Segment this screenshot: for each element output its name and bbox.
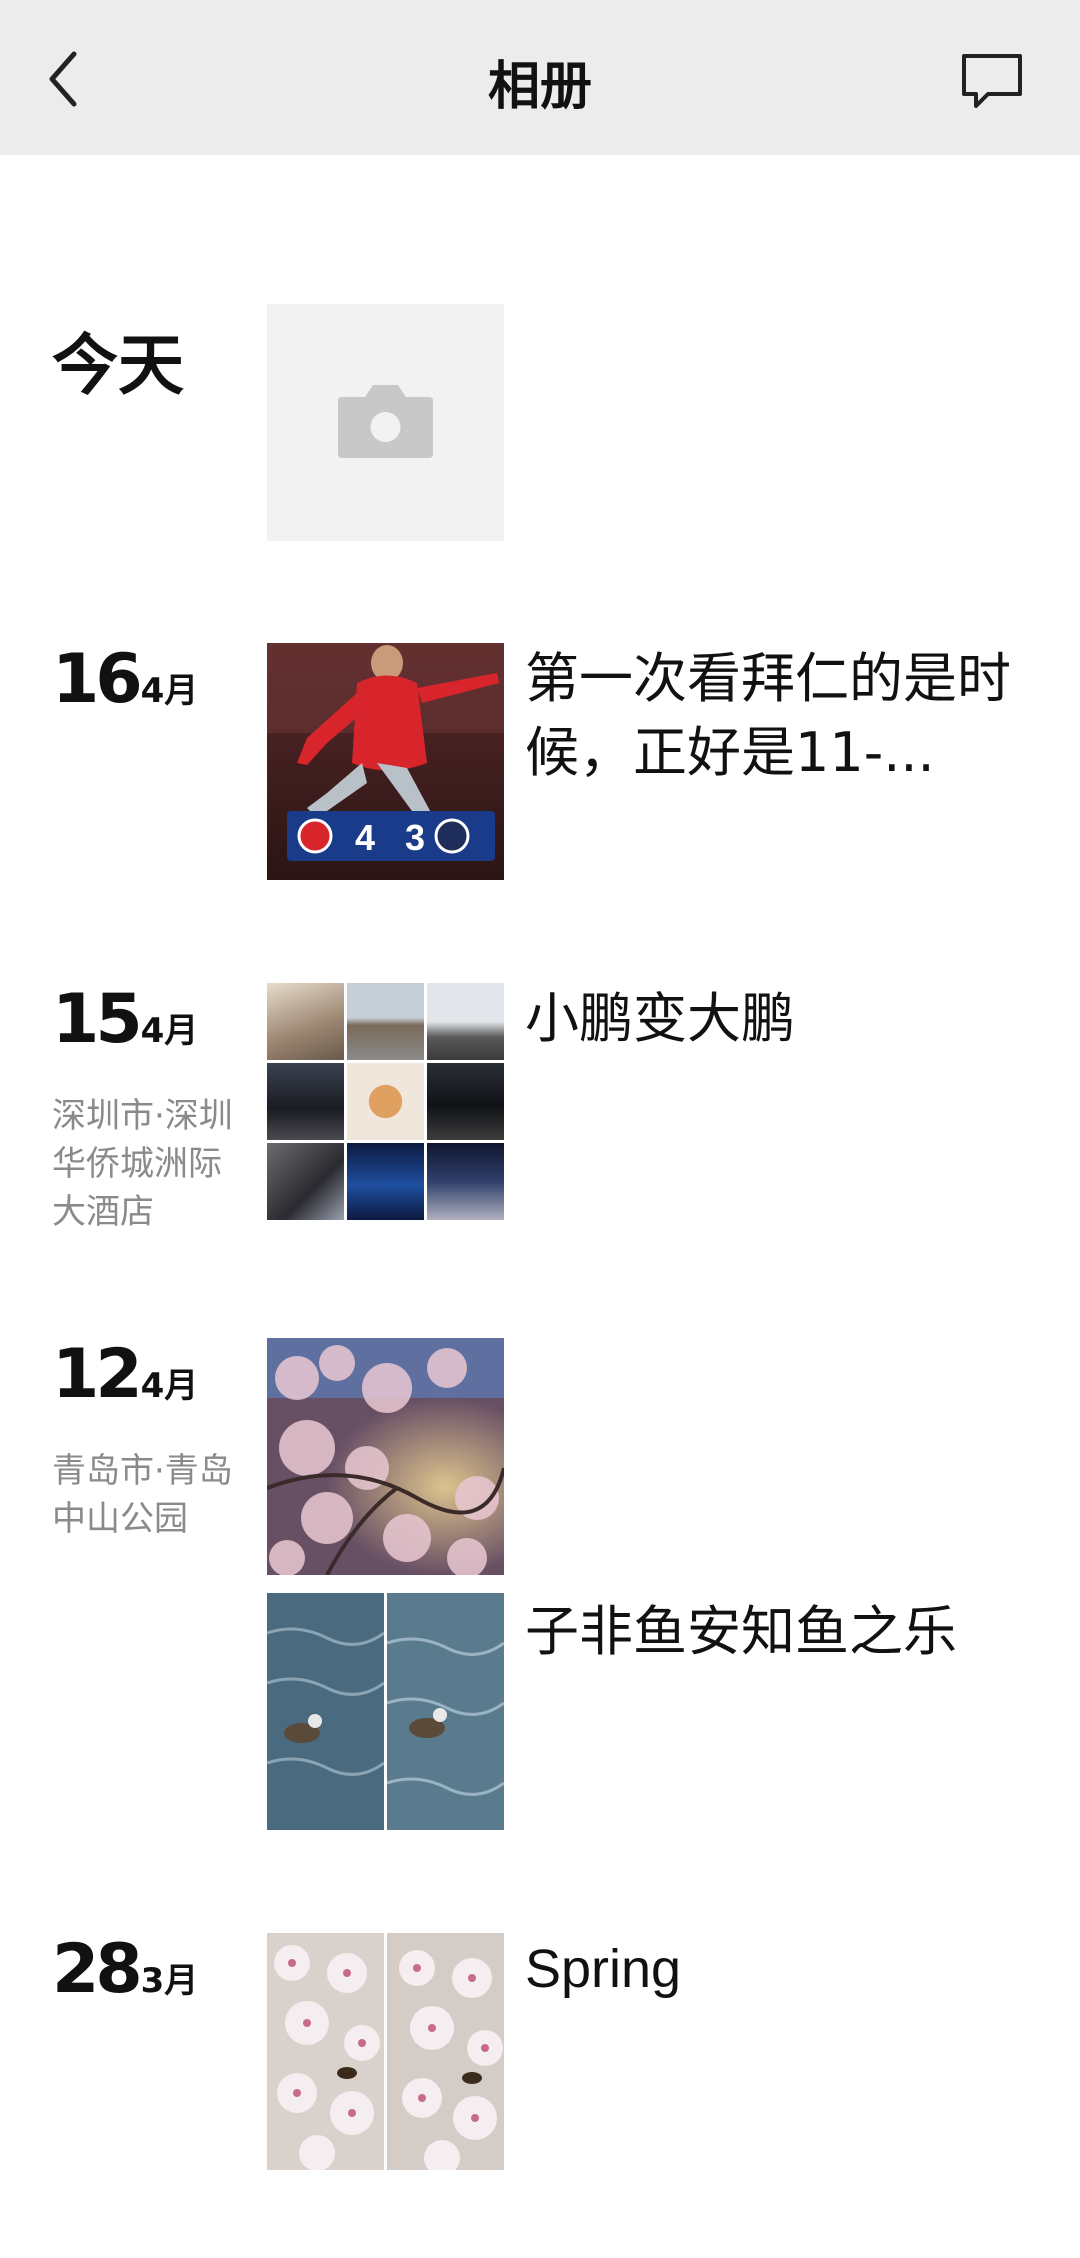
blossom-photo — [387, 1933, 504, 2170]
photo-interior — [267, 983, 344, 1060]
duck-photo — [267, 1593, 384, 1830]
football-photo: 4 3 — [267, 643, 504, 880]
blossom-photo — [267, 1933, 384, 2170]
photo-food — [347, 1063, 424, 1140]
entry-month: 4月 — [140, 1366, 199, 1406]
post-thumbnail-grid[interactable] — [267, 983, 504, 1220]
post-thumbnail-pair[interactable] — [267, 1933, 504, 2170]
message-icon[interactable] — [958, 50, 1026, 112]
entry-month: 4月 — [140, 1011, 199, 1051]
entry-location: 青岛市·青岛中山公园 — [52, 1451, 233, 1539]
page-title: 相册 — [487, 57, 592, 117]
entry-day: 28 — [52, 1930, 143, 2009]
photo-stage — [347, 1143, 424, 1220]
photo-car — [347, 983, 424, 1060]
entry-month: 3月 — [140, 1961, 199, 2001]
photo-street — [427, 983, 504, 1060]
post-thumbnail[interactable] — [267, 1338, 504, 1575]
photo-car-dark — [267, 1063, 344, 1140]
upload-photo-button[interactable] — [267, 304, 504, 541]
entry-day: 15 — [52, 980, 143, 1059]
entry-location: 深圳市·深圳华侨城洲际大酒店 — [52, 1096, 233, 1232]
post-thumbnail-pair[interactable] — [267, 1593, 504, 1830]
post-thumbnail[interactable]: 4 3 — [267, 643, 504, 880]
duck-photo — [387, 1593, 504, 1830]
entry-month: 4月 — [140, 671, 199, 711]
post-caption[interactable]: 第一次看拜仁的是时候，正好是11-... — [525, 642, 1035, 790]
entry-day: 16 — [52, 640, 143, 719]
entry-date: 124月 — [52, 1335, 198, 1414]
entry-date: 154月 — [52, 980, 198, 1059]
entry-day: 12 — [52, 1335, 143, 1414]
camera-icon — [338, 385, 433, 458]
today-label: 今天 — [52, 327, 184, 404]
cherry-blossom-photo — [267, 1338, 504, 1575]
post-caption[interactable]: 子非鱼安知鱼之乐 — [525, 1595, 1035, 1669]
score-home: 4 — [355, 817, 375, 858]
post-caption[interactable]: Spring — [525, 1932, 1035, 2006]
nav-bar: 相册 — [0, 0, 1080, 155]
entry-date: 今天 — [52, 312, 184, 408]
photo-event — [427, 1143, 504, 1220]
entry-date: 164月 — [52, 640, 198, 719]
post-caption[interactable]: 小鹏变大鹏 — [525, 982, 1035, 1056]
entry-date: 283月 — [52, 1930, 198, 2009]
photo-car-black — [427, 1063, 504, 1140]
score-away: 3 — [405, 817, 425, 858]
photo-dashboard — [267, 1143, 344, 1220]
